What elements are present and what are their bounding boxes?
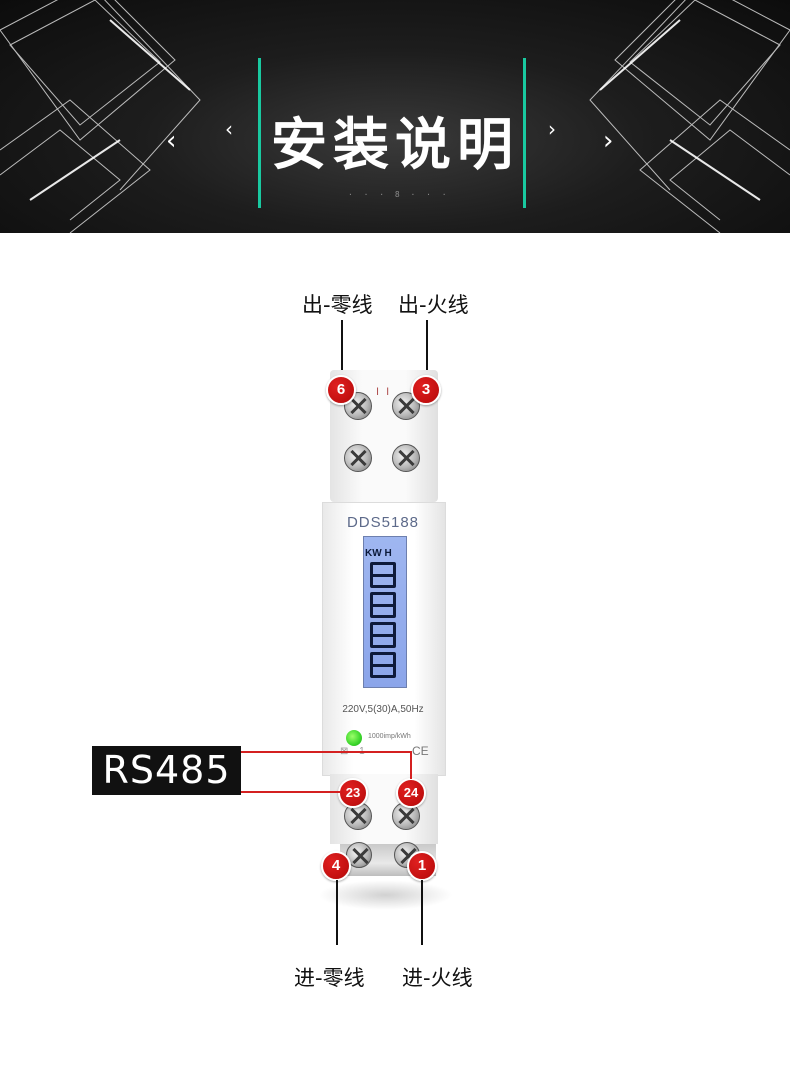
label-out-neutral: 出-零线 (302, 293, 373, 317)
terminal-badge-1: 1 (407, 851, 437, 881)
rs485-line-a-drop (410, 751, 412, 779)
terminal-top-marks: I I (376, 386, 392, 398)
lcd-digit (370, 592, 396, 618)
screw-terminal-upper-left (344, 444, 372, 472)
lcd-unit-label: KW H (365, 548, 392, 559)
pulse-led-icon (346, 730, 362, 746)
pointer-in-neutral (336, 880, 338, 945)
label-in-live: 进-火线 (402, 966, 473, 990)
screw-terminal-upper-right (392, 444, 420, 472)
header-banner: ‹ ‹ › › 安装说明 · · · 8 · · · (0, 0, 790, 233)
terminal-badge-24: 24 (396, 778, 426, 808)
rs485-line-b (241, 791, 341, 793)
meter-spec: 220V,5(30)A,50Hz (342, 704, 424, 715)
label-in-neutral: 进-零线 (294, 966, 365, 990)
lcd-digit (370, 562, 396, 588)
pointer-in-live (421, 880, 423, 945)
rs485-label: RS485 (92, 746, 241, 795)
terminal-badge-4: 4 (321, 851, 351, 881)
lcd-digit (370, 652, 396, 678)
page-title: 安装说明 (271, 113, 519, 178)
meter-model: DDS5188 (346, 514, 420, 531)
pointer-out-live (426, 320, 428, 377)
terminal-badge-6: 6 (326, 375, 356, 405)
lcd-digits (367, 562, 401, 682)
impulse-rate: 1000imp/kWh (368, 733, 411, 740)
meter-shadow (318, 880, 453, 910)
rs485-line-a (241, 751, 411, 753)
terminal-badge-23: 23 (338, 778, 368, 808)
pointer-out-neutral (341, 320, 343, 377)
terminal-badge-3: 3 (411, 375, 441, 405)
label-out-live: 出-火线 (398, 293, 469, 317)
decorative-tiny-text: · · · 8 · · · (348, 190, 450, 199)
lcd-digit (370, 622, 396, 648)
ce-mark: CE (412, 744, 429, 758)
